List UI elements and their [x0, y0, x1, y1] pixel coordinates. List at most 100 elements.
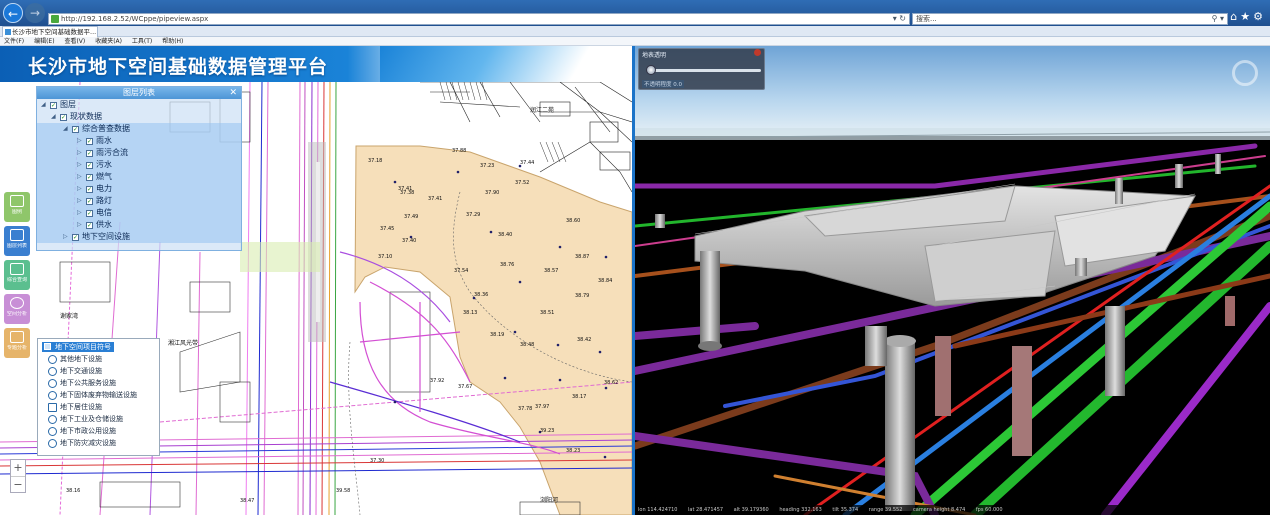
- layer-list-panel: 图层列表 ✕ ◢ ✓ 图层 ◢ ✓ 现状数据 ◢ ✓ 综合普查数据 ▷ ✓ 雨水 ▷ ✓ 雨污合流 ▷ ✓ 污水 ▷…: [36, 86, 242, 251]
- layer-tree-item[interactable]: ▷ ✓ 雨污合流: [37, 147, 241, 159]
- map-view[interactable]: 37.41 37.18 37.49 37.88 37.38 37.41 37.2…: [0, 82, 632, 515]
- tool-label: 图例: [11, 209, 22, 215]
- layer-tree-item[interactable]: ▷ ✓ 电信: [37, 207, 241, 219]
- layer-label: 雨水: [96, 136, 112, 145]
- layer-checkbox[interactable]: ✓: [72, 126, 79, 133]
- tool-query-button[interactable]: 综合查询: [4, 260, 30, 290]
- elev-label: 38.57: [544, 268, 558, 274]
- layer-tree-item[interactable]: ◢ ✓ 综合普查数据: [37, 123, 241, 135]
- layer-tree-item[interactable]: ▷ ✓ 供水: [37, 219, 241, 231]
- tab-bar: 长沙市地下空间基础数据平...: [0, 26, 1270, 37]
- close-icon[interactable]: [754, 49, 761, 56]
- layer-tree-item[interactable]: ▷ ✓ 燃气: [37, 171, 241, 183]
- search-placeholder: 搜索...: [916, 15, 937, 23]
- layer-checkbox[interactable]: ✓: [86, 150, 93, 157]
- zoom-control: + −: [10, 459, 26, 493]
- scene-3d-view[interactable]: 地表透明 不透明程度 0.0 lon 114.424710 lat 28.471…: [635, 46, 1270, 515]
- elev-label: 38.19: [490, 332, 504, 338]
- layer-tree-item[interactable]: ◢ ✓ 现状数据: [37, 111, 241, 123]
- layer-tree-item[interactable]: ◢ ✓ 图层: [37, 99, 241, 111]
- legend-item: 地下固体废弃物输送设施: [48, 390, 137, 401]
- menu-edit[interactable]: 编辑(E): [34, 38, 54, 45]
- tool-analysis-button[interactable]: 空间分析: [4, 294, 30, 324]
- expand-arrow-icon[interactable]: ▷: [77, 207, 82, 219]
- menu-file[interactable]: 文件(F): [4, 38, 24, 45]
- compass-icon[interactable]: [1232, 60, 1258, 86]
- layer-checkbox[interactable]: ✓: [86, 222, 93, 229]
- layer-checkbox[interactable]: ✓: [86, 162, 93, 169]
- elev-label: 37.54: [454, 268, 468, 274]
- elev-label: 38.51: [540, 310, 554, 316]
- layer-checkbox[interactable]: ✓: [86, 198, 93, 205]
- zoom-in-button[interactable]: +: [11, 460, 25, 476]
- elev-label: 38.17: [572, 394, 586, 400]
- home-icon[interactable]: ⌂: [1230, 10, 1240, 23]
- elev-label: 37.38: [400, 190, 414, 196]
- gear-icon[interactable]: ⚙: [1253, 10, 1266, 23]
- expand-arrow-icon[interactable]: ▷: [77, 135, 82, 147]
- expand-arrow-icon[interactable]: ▷: [77, 147, 82, 159]
- close-icon[interactable]: ✕: [229, 87, 237, 99]
- elev-label: 37.30: [370, 458, 384, 464]
- legend-checkbox[interactable]: [44, 343, 51, 350]
- layer-tree-item[interactable]: ▷ ✓ 电力: [37, 183, 241, 195]
- expand-arrow-icon[interactable]: ▷: [77, 171, 82, 183]
- expand-arrow-icon[interactable]: ◢: [63, 123, 68, 135]
- search-icon[interactable]: ⚲ ▾: [1212, 14, 1224, 24]
- tool-layers-button[interactable]: 图层列表: [4, 226, 30, 256]
- layer-checkbox[interactable]: ✓: [86, 186, 93, 193]
- tool-thematic-button[interactable]: 专题分析: [4, 328, 30, 358]
- expand-arrow-icon[interactable]: ▷: [77, 195, 82, 207]
- back-button[interactable]: ←: [3, 3, 23, 23]
- expand-arrow-icon[interactable]: ▷: [77, 219, 82, 231]
- expand-arrow-icon[interactable]: ▷: [77, 159, 82, 171]
- menu-view[interactable]: 查看(V): [64, 38, 85, 45]
- place-label: 浏阳河: [540, 496, 558, 504]
- elev-label: 38.62: [604, 380, 618, 386]
- layer-tree-item[interactable]: ▷ ✓ 路灯: [37, 195, 241, 207]
- layer-checkbox[interactable]: ✓: [50, 102, 57, 109]
- elev-label: 37.23: [480, 163, 494, 169]
- legend-title[interactable]: 地下空间项目符号: [42, 342, 114, 352]
- elev-label: 38.47: [240, 498, 254, 504]
- star-icon[interactable]: ★: [1240, 10, 1253, 23]
- layer-tree-item[interactable]: ▷ ✓ 污水: [37, 159, 241, 171]
- layer-tree-item[interactable]: ▷ ✓ 地下空间设施: [37, 231, 241, 243]
- expand-arrow-icon[interactable]: ▷: [63, 231, 68, 243]
- status-alt: alt 39.179360: [733, 507, 769, 513]
- zoom-out-button[interactable]: −: [11, 476, 25, 492]
- layer-label: 雨污合流: [96, 148, 128, 157]
- menu-tools[interactable]: 工具(T): [132, 38, 152, 45]
- transparency-slider-track[interactable]: [649, 69, 761, 72]
- layer-label: 现状数据: [70, 112, 102, 121]
- layer-checkbox[interactable]: ✓: [60, 114, 67, 121]
- tool-legend-button[interactable]: 图例: [4, 192, 30, 222]
- elev-label: 38.16: [66, 488, 80, 494]
- layer-checkbox[interactable]: ✓: [86, 138, 93, 145]
- layer-checkbox[interactable]: ✓: [72, 234, 79, 241]
- menu-favorites[interactable]: 收藏夹(A): [95, 38, 122, 45]
- legend-item: 其他地下设施: [48, 354, 102, 365]
- layer-tree-item[interactable]: ▷ ✓ 雨水: [37, 135, 241, 147]
- status-lat: lat 28.471457: [688, 507, 724, 513]
- elev-label: 37.78: [518, 406, 532, 412]
- menu-help[interactable]: 帮助(H): [162, 38, 183, 45]
- layer-checkbox[interactable]: ✓: [86, 174, 93, 181]
- layer-checkbox[interactable]: ✓: [86, 210, 93, 217]
- browser-search-input[interactable]: 搜索... ⚲ ▾: [912, 13, 1228, 25]
- tab-active[interactable]: 长沙市地下空间基础数据平...: [2, 26, 98, 37]
- transparency-slider-handle[interactable]: [646, 65, 656, 75]
- place-label: 谢家湾: [60, 312, 78, 320]
- refresh-icon[interactable]: ▾ ↻: [893, 14, 906, 24]
- status-heading: heading 332.163: [779, 507, 822, 513]
- place-label: 湘江风光带: [168, 339, 198, 347]
- elev-label: 37.88: [452, 148, 466, 154]
- scene-canvas[interactable]: [635, 46, 1270, 515]
- expand-arrow-icon[interactable]: ◢: [51, 111, 56, 123]
- legend-item: 地下市政公用设施: [48, 426, 116, 437]
- legend-panel: 地下空间项目符号 其他地下设施 地下交通设施 地下公共服务设施 地下固体废弃物输…: [37, 338, 160, 456]
- address-bar[interactable]: http://192.168.2.52/WCppe/pipeview.aspx …: [48, 13, 910, 25]
- expand-arrow-icon[interactable]: ▷: [77, 183, 82, 195]
- forward-button[interactable]: →: [25, 3, 45, 23]
- expand-arrow-icon[interactable]: ◢: [41, 99, 46, 111]
